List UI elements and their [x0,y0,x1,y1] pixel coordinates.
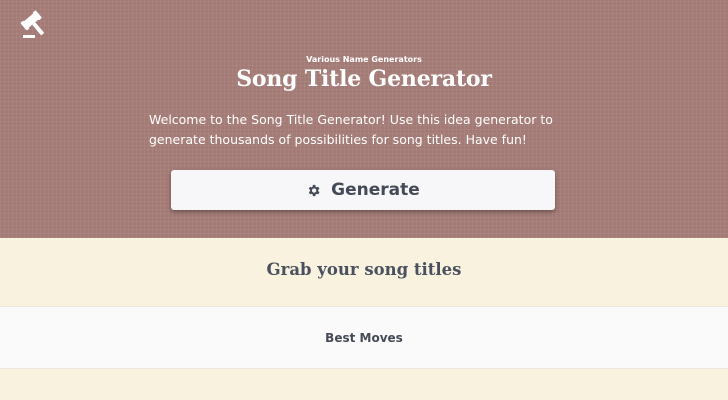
generate-button-label: Generate [331,180,420,200]
results-heading: Grab your song titles [266,260,462,279]
gavel-icon[interactable] [20,10,50,40]
generate-button[interactable]: Generate [171,170,555,210]
hero-section: Various Name Generators Song Title Gener… [0,0,728,238]
site-subtitle: Various Name Generators [306,55,422,64]
intro-text: Welcome to the Song Title Generator! Use… [149,112,553,147]
result-item-text: Best Moves [325,330,403,345]
page-title: Song Title Generator [236,66,492,92]
gear-icon [306,183,321,198]
results-footer-band [0,369,728,400]
result-item[interactable]: Best Moves [0,306,728,369]
